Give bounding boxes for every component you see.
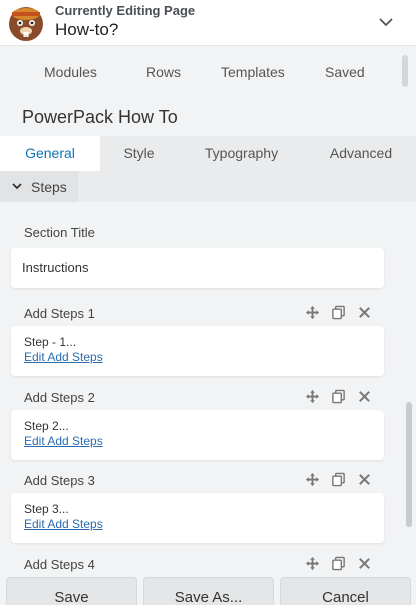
close-icon[interactable] <box>357 389 372 404</box>
move-icon[interactable] <box>305 305 320 320</box>
close-icon[interactable] <box>357 556 372 571</box>
editor-header: Currently Editing Page How-to? <box>0 0 416 46</box>
edit-step-link[interactable]: Edit Add Steps <box>24 350 103 364</box>
section-bar: Steps <box>0 171 416 202</box>
content-scrollbar[interactable] <box>406 402 412 527</box>
copy-icon[interactable] <box>331 389 346 404</box>
footer-actions: Save Save As... Cancel <box>0 577 416 605</box>
tab-templates[interactable]: Templates <box>221 64 285 80</box>
tab-typography[interactable]: Typography <box>185 136 298 171</box>
move-icon[interactable] <box>305 389 320 404</box>
close-icon[interactable] <box>357 305 372 320</box>
panel-nav-tabs: Modules Rows Templates Saved <box>0 47 416 97</box>
move-icon[interactable] <box>305 472 320 487</box>
step-preview: Step 2... <box>24 419 69 433</box>
section-title-value: Instructions <box>22 260 89 275</box>
step-label: Add Steps 1 <box>24 306 95 321</box>
tab-modules[interactable]: Modules <box>44 64 97 80</box>
step-actions <box>305 472 372 488</box>
tab-saved[interactable]: Saved <box>325 64 365 80</box>
header-page-title: How-to? <box>55 20 119 39</box>
chevron-down-icon <box>12 183 22 190</box>
settings-content: Section Title Instructions Add Steps 1 S… <box>0 202 416 577</box>
nav-scrollbar[interactable] <box>402 55 408 87</box>
tab-general[interactable]: General <box>0 136 100 171</box>
header-subtitle: Currently Editing Page <box>55 3 196 18</box>
step-actions <box>305 556 372 572</box>
edit-step-link[interactable]: Edit Add Steps <box>24 517 103 531</box>
module-title: PowerPack How To <box>22 107 178 127</box>
close-icon[interactable] <box>357 472 372 487</box>
step-label: Add Steps 2 <box>24 390 95 405</box>
step-card[interactable]: Step 3... Edit Add Steps <box>11 493 384 543</box>
section-title-input[interactable]: Instructions <box>11 248 384 288</box>
cancel-button[interactable]: Cancel <box>280 577 411 605</box>
tab-rows[interactable]: Rows <box>146 64 181 80</box>
step-actions <box>305 389 372 405</box>
copy-icon[interactable] <box>331 305 346 320</box>
copy-icon[interactable] <box>331 472 346 487</box>
step-card[interactable]: Step - 1... Edit Add Steps <box>11 326 384 376</box>
save-button[interactable]: Save <box>6 577 137 605</box>
step-preview: Step 3... <box>24 502 69 516</box>
section-label: Steps <box>31 179 67 195</box>
move-icon[interactable] <box>305 556 320 571</box>
chevron-down-icon[interactable] <box>378 14 394 30</box>
section-title-label: Section Title <box>24 225 95 240</box>
step-label: Add Steps 4 <box>24 557 95 572</box>
section-toggle-steps[interactable]: Steps <box>0 171 78 202</box>
beaver-logo-icon <box>9 7 43 41</box>
edit-step-link[interactable]: Edit Add Steps <box>24 434 103 448</box>
step-preview: Step - 1... <box>24 335 77 349</box>
step-label: Add Steps 3 <box>24 473 95 488</box>
settings-tabs: General Style Typography Advanced <box>0 136 416 171</box>
save-as-button[interactable]: Save As... <box>143 577 274 605</box>
step-actions <box>305 305 372 321</box>
copy-icon[interactable] <box>331 556 346 571</box>
tab-style[interactable]: Style <box>100 136 178 171</box>
tab-advanced[interactable]: Advanced <box>306 136 416 171</box>
step-card[interactable]: Step 2... Edit Add Steps <box>11 410 384 460</box>
